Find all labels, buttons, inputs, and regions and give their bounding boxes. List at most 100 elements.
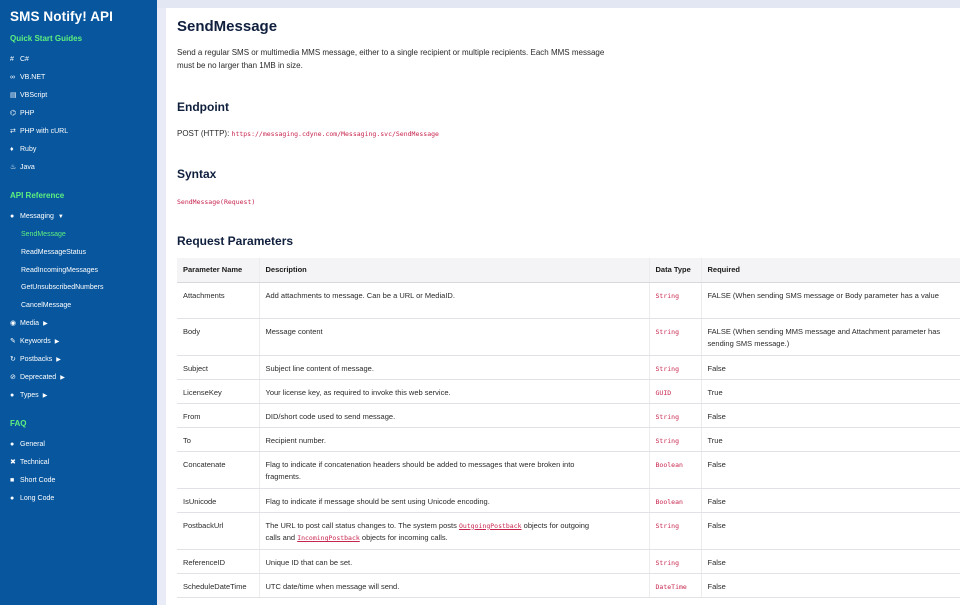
sidebar-subitem-readincomingmessages[interactable]: ReadIncomingMessages (0, 262, 157, 280)
param-name: Concatenate (177, 451, 259, 489)
endpoint-url: https://messaging.cdyne.com/Messaging.sv… (231, 130, 439, 138)
param-type: DateTime (655, 582, 687, 591)
sidebar-item-label: Media (20, 319, 40, 327)
endpoint-heading: Endpoint (177, 100, 229, 114)
param-type: String (655, 291, 679, 300)
sidebar-item-media[interactable]: ◉ Media ▶ (0, 315, 157, 333)
sidebar-item-messaging[interactable]: ● Messaging ▼ (0, 208, 157, 226)
tools-icon: ✖ (10, 458, 16, 466)
outgoing-postback-link[interactable]: OutgoingPostback (459, 522, 522, 530)
param-required-line: sending SMS message.) (707, 339, 790, 348)
script-icon: ▤ (10, 92, 17, 99)
table-row: Concatenate Flag to indicate if concaten… (177, 451, 960, 489)
sidebar-item-types[interactable]: ● Types ▶ (0, 387, 157, 405)
pencil-icon: ✎ (10, 337, 16, 345)
table-row: ReferenceID Unique ID that can be set. S… (177, 549, 960, 574)
sidebar-item-label: VBScript (20, 92, 48, 99)
sidebar-item-label: Types (20, 391, 39, 399)
param-type: Boolean (655, 460, 683, 469)
param-name: IsUnicode (177, 488, 259, 513)
sidebar-item-technical[interactable]: ✖ Technical (0, 454, 157, 472)
chat-bubble-icon: ● (10, 494, 15, 502)
param-required: True (700, 427, 960, 452)
param-desc: Add attachments to message. Can be a URL… (258, 282, 649, 319)
param-name: Body (177, 318, 259, 356)
sidebar-item-php-curl[interactable]: ⇄ PHP with cURL (0, 123, 157, 141)
sidebar-item-postbacks[interactable]: ↻ Postbacks ▶ (0, 351, 157, 369)
param-desc: Recipient number. (258, 427, 649, 452)
col-header-type: Data Type (648, 258, 701, 283)
infinity-icon: ∞ (10, 74, 15, 81)
param-desc: Flag to indicate if concatenation header… (258, 451, 649, 489)
sidebar-item-general[interactable]: ● General (0, 436, 157, 454)
col-header-required: Required (700, 258, 960, 283)
param-desc: Message content (258, 318, 649, 356)
param-required: False (700, 549, 960, 574)
intro-line: must be no larger than 1MB in size. (177, 61, 303, 70)
hash-icon: # (10, 56, 14, 63)
param-name: Subject (177, 355, 259, 380)
sidebar-item-vbnet[interactable]: ∞ VB.NET (0, 69, 157, 87)
param-required-line: FALSE (When sending MMS message and Atta… (707, 326, 941, 336)
sidebar-item-keywords[interactable]: ✎ Keywords ▶ (0, 333, 157, 351)
sidebar-item-deprecated[interactable]: ⊘ Deprecated ▶ (0, 369, 157, 387)
param-required: True (700, 379, 960, 404)
sidebar-item-label: Java (20, 164, 35, 171)
sidebar-item-csharp[interactable]: # C# (0, 51, 157, 69)
endpoint-line: POST (HTTP): https://messaging.cdyne.com… (177, 127, 439, 141)
sidebar-item-label: Short Code (20, 476, 56, 484)
param-type: String (655, 364, 679, 373)
page-title: SendMessage (177, 18, 278, 35)
param-desc: The URL to post call status changes to. … (258, 512, 649, 550)
col-header-name: Parameter Name (177, 258, 259, 283)
param-desc-line: Flag to indicate if concatenation header… (265, 459, 575, 469)
endpoint-label: POST (HTTP): (177, 129, 232, 138)
question-icon: ● (10, 440, 15, 448)
param-type: String (655, 327, 679, 336)
sidebar-item-vbscript[interactable]: ▤ VBScript (0, 87, 157, 105)
desc-text: objects for incoming calls. (359, 533, 448, 542)
sidebar-item-long-code[interactable]: ● Long Code (0, 490, 157, 508)
param-desc: DID/short code used to send message. (258, 403, 649, 428)
param-desc: Unique ID that can be set. (258, 549, 649, 574)
caret-right-icon: ▶ (42, 392, 48, 399)
sidebar-item-short-code[interactable]: ■ Short Code (0, 472, 157, 490)
sidebar: SMS Notify! API Quick Start Guides # C# ∞… (0, 0, 157, 605)
caret-right-icon: ▶ (60, 374, 65, 381)
sidebar-item-label: PHP with cURL (20, 128, 69, 135)
sidebar-item-label: Technical (20, 458, 50, 466)
sidebar-subitem-getunsubscribednumbers[interactable]: GetUnsubscribedNumbers (0, 279, 157, 297)
caret-right-icon: ▶ (56, 356, 61, 363)
table-row: LicenseKey Your license key, as required… (177, 379, 960, 404)
coffee-icon: ♨ (10, 164, 17, 171)
param-required: False (700, 451, 960, 489)
section-faq-title: FAQ (10, 418, 27, 428)
sidebar-item-ruby[interactable]: ♦ Ruby (0, 141, 157, 159)
sidebar-subitem-readmessagestatus[interactable]: ReadMessageStatus (0, 244, 157, 262)
param-type: String (655, 521, 679, 530)
param-desc: Flag to indicate if message should be se… (258, 488, 649, 513)
sidebar-item-java[interactable]: ♨ Java (0, 159, 157, 177)
sidebar-item-label: Messaging (20, 213, 54, 220)
sidebar-item-php[interactable]: ⌬ PHP (0, 105, 157, 123)
table-row: PostbackUrl The URL to post call status … (177, 512, 960, 550)
table-row: Body Message content String FALSE (When … (177, 318, 960, 356)
brand-title[interactable]: SMS Notify! API (0, 0, 157, 34)
params-heading: Request Parameters (177, 234, 294, 248)
sidebar-subitem-cancelmessage[interactable]: CancelMessage (0, 297, 157, 315)
table-row: From DID/short code used to send message… (177, 403, 960, 428)
param-name: ReferenceID (177, 549, 259, 574)
param-name: ScheduleDateTime (177, 573, 259, 598)
sidebar-subitem-sendmessage[interactable]: SendMessage (0, 226, 157, 244)
col-header-description: Description (258, 258, 649, 283)
sidebar-item-label: Deprecated (20, 373, 57, 381)
param-name: Attachments (177, 282, 259, 319)
ban-icon: ⊘ (10, 373, 16, 381)
param-required: False (700, 573, 960, 598)
table-row: Subject Subject line content of message.… (177, 355, 960, 380)
top-bar (157, 0, 960, 8)
table-row: To Recipient number. String True (177, 427, 960, 452)
sidebar-item-label: VB.NET (20, 74, 46, 81)
gem-icon: ♦ (10, 146, 14, 153)
incoming-postback-link[interactable]: IncomingPostback (297, 534, 360, 542)
